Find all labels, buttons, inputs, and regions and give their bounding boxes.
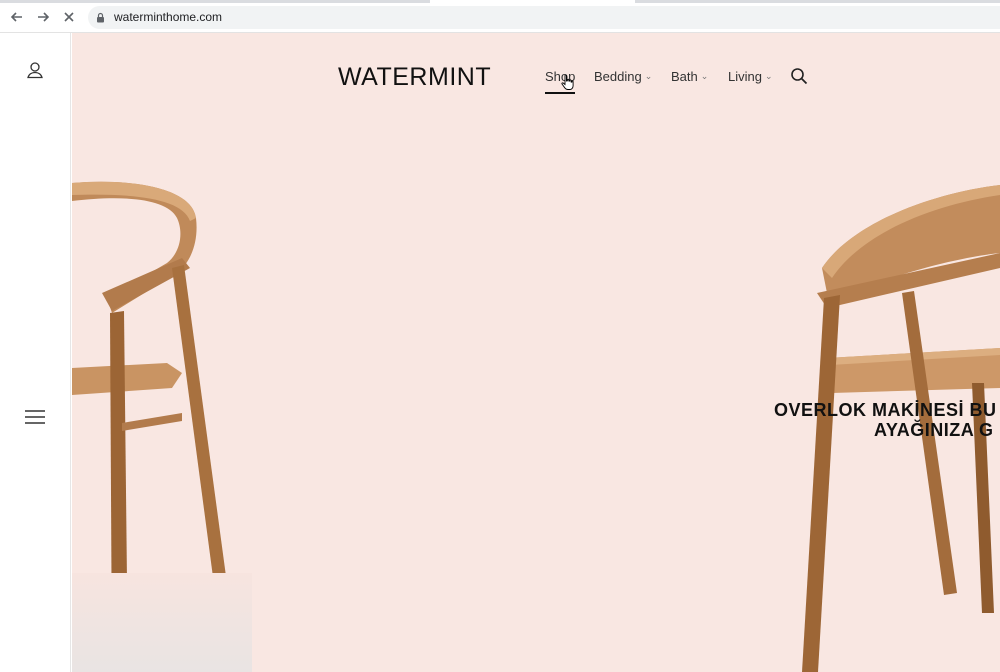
address-bar[interactable]: waterminthome.com <box>88 6 1000 29</box>
chevron-down-icon: ⌄ <box>700 71 709 81</box>
url-text: waterminthome.com <box>114 10 223 24</box>
close-icon[interactable] <box>60 8 78 26</box>
chevron-down-icon: ⌄ <box>644 71 653 81</box>
nav-living-label: Living <box>728 69 762 84</box>
nav-bedding[interactable]: Bedding ⌄ <box>594 69 652 84</box>
nav-bath-label: Bath <box>671 69 698 84</box>
nav-bath[interactable]: Bath ⌄ <box>671 69 708 84</box>
chevron-down-icon: ⌄ <box>764 71 773 81</box>
user-icon[interactable] <box>26 61 44 79</box>
tab-strip <box>0 0 1000 3</box>
arrow-left-icon[interactable] <box>8 8 26 26</box>
floor-shadow <box>72 573 252 672</box>
hero-headline-line1: OVERLOK MAKİNESİ BU <box>774 400 997 420</box>
hamburger-menu-icon[interactable] <box>25 410 45 424</box>
nav-living[interactable]: Living ⌄ <box>728 69 773 84</box>
search-icon[interactable] <box>790 67 808 85</box>
site-logo[interactable]: WATERMINT <box>338 63 491 92</box>
hand-pointer-icon <box>561 74 574 90</box>
hero-headline: OVERLOK MAKİNESİ BU AYAĞINIZA G <box>774 400 997 440</box>
lock-icon <box>96 12 105 23</box>
hero-headline-line2: AYAĞINIZA G <box>874 420 994 440</box>
hero-banner: WATERMINT Shop Bedding ⌄ Bath ⌄ Living ⌄… <box>72 33 1000 672</box>
nav-bedding-label: Bedding <box>594 69 642 84</box>
arrow-right-icon[interactable] <box>34 8 52 26</box>
left-rail <box>0 33 71 672</box>
browser-toolbar: waterminthome.com <box>0 0 1000 33</box>
